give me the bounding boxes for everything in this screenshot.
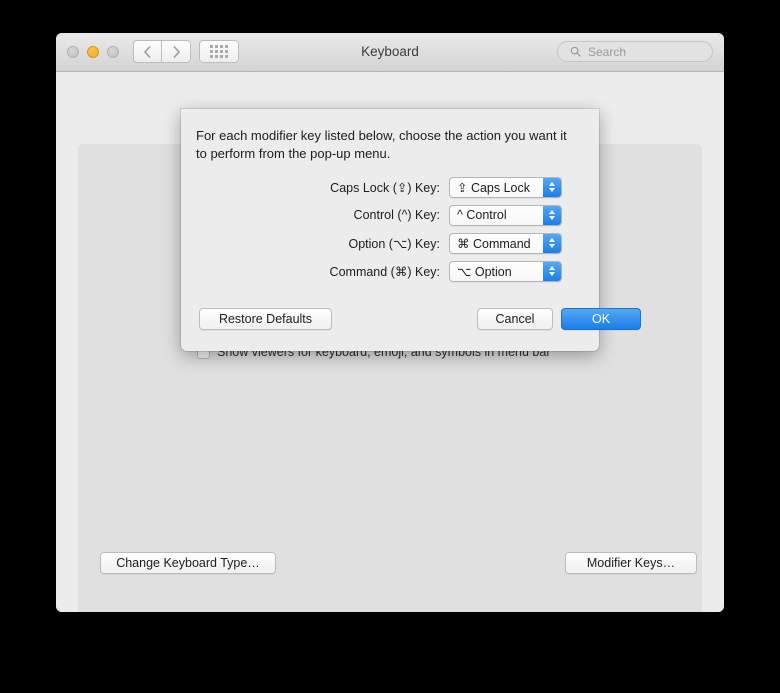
caps-lock-popup-button[interactable]: ⇪ Caps Lock [449, 176, 562, 198]
modifier-rows: Caps Lock (⇪) Key: ⇪ Caps Lock Control (… [181, 173, 599, 285]
modifier-row-command: Command (⌘) Key: ⌥ Option [181, 257, 599, 285]
ok-button[interactable]: OK [561, 308, 641, 330]
caps-lock-popup-value: ⇪ Caps Lock [457, 180, 531, 195]
control-popup-button[interactable]: ^ Control [449, 204, 562, 226]
modifier-row-option: Option (⌥) Key: ⌘ Command [181, 229, 599, 257]
search-field[interactable]: Search [557, 41, 713, 62]
command-popup-button[interactable]: ⌥ Option [449, 260, 562, 282]
option-popup-button[interactable]: ⌘ Command [449, 232, 562, 254]
sheet-button-bar: Restore Defaults Cancel OK [181, 308, 641, 332]
command-popup-value: ⌥ Option [457, 264, 512, 279]
window-body: Show viewers for keyboard, emoji, and sy… [56, 72, 724, 612]
sheet-description: For each modifier key listed below, choo… [196, 128, 567, 161]
chevron-updown-icon [543, 177, 561, 197]
chevron-updown-icon [543, 233, 561, 253]
restore-defaults-button[interactable]: Restore Defaults [199, 308, 332, 330]
modifier-keys-button[interactable]: Modifier Keys… [565, 552, 697, 574]
caps-lock-label: Caps Lock (⇪) Key: [330, 180, 440, 195]
search-icon [570, 46, 581, 57]
screen: Keyboard Search Show viewers for keyboar… [0, 0, 780, 693]
modifier-row-control: Control (^) Key: ^ Control [181, 201, 599, 229]
command-label: Command (⌘) Key: [329, 264, 440, 279]
chevron-updown-icon [543, 205, 561, 225]
modifier-keys-sheet: For each modifier key listed below, choo… [181, 109, 641, 351]
modifier-row-caps-lock: Caps Lock (⇪) Key: ⇪ Caps Lock [181, 173, 599, 201]
window-titlebar: Keyboard Search [56, 33, 724, 72]
control-popup-value: ^ Control [457, 208, 507, 222]
chevron-updown-icon [543, 261, 561, 281]
option-popup-value: ⌘ Command [457, 236, 531, 251]
search-placeholder: Search [588, 44, 627, 59]
control-label: Control (^) Key: [353, 208, 440, 222]
keyboard-preferences-window: Keyboard Search Show viewers for keyboar… [56, 33, 724, 612]
change-keyboard-type-button[interactable]: Change Keyboard Type… [100, 552, 276, 574]
option-label: Option (⌥) Key: [348, 236, 440, 251]
cancel-button[interactable]: Cancel [477, 308, 553, 330]
